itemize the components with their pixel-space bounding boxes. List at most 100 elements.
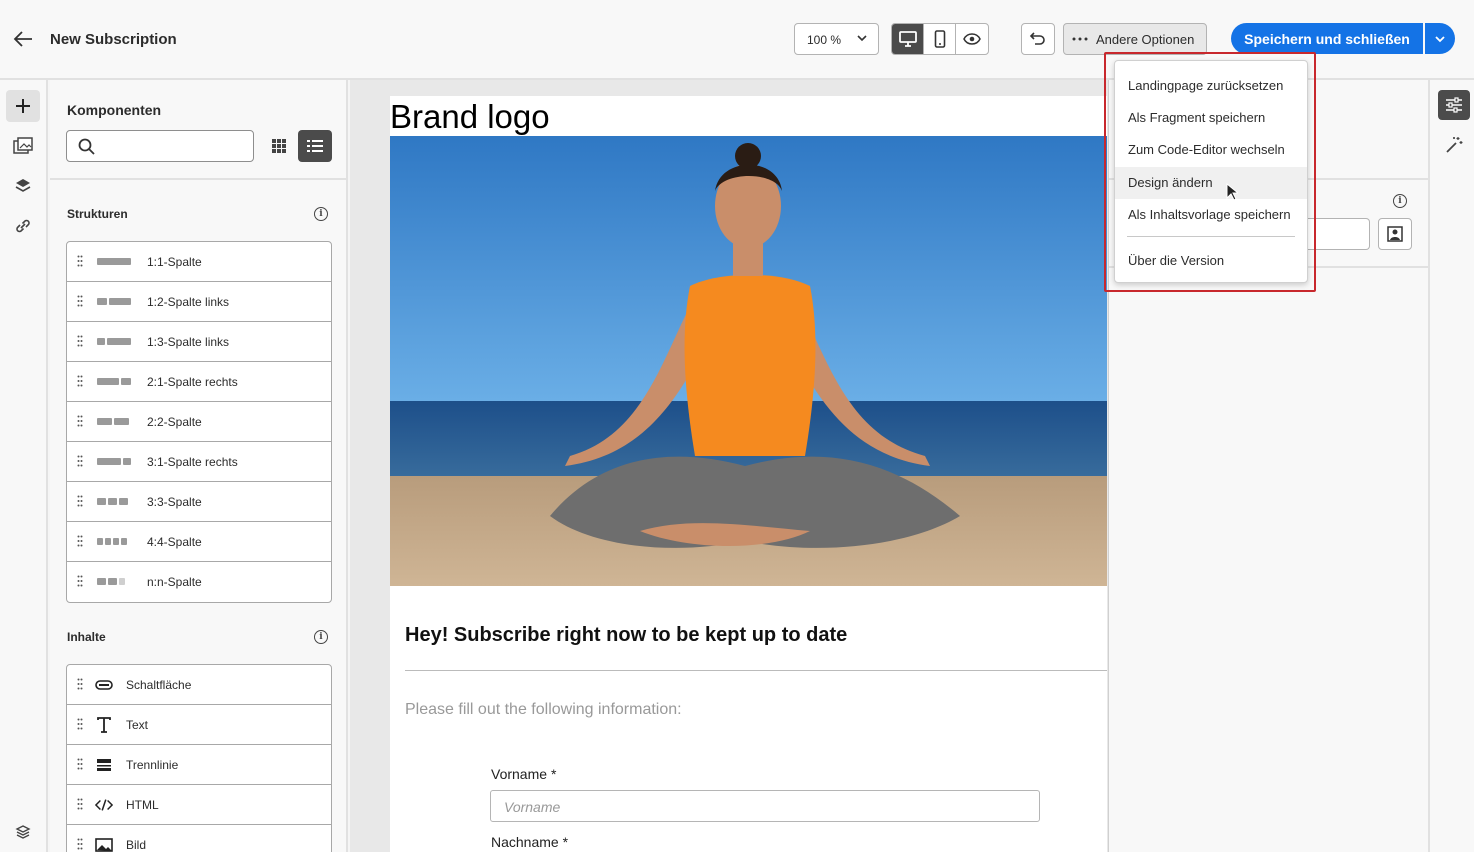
- landing-page[interactable]: Brand logo Hey! Subscribe right now to b…: [390, 96, 1107, 852]
- menu-item-code-editor[interactable]: Zum Code-Editor wechseln: [1115, 134, 1307, 166]
- structure-label: 4:4-Spalte: [147, 535, 202, 549]
- zoom-select[interactable]: 100 %: [794, 23, 879, 55]
- drag-handle-icon: [77, 798, 83, 810]
- structure-label: 3:3-Spalte: [147, 495, 202, 509]
- headline[interactable]: Hey! Subscribe right now to be kept up t…: [405, 624, 847, 647]
- preview-button[interactable]: [956, 24, 988, 54]
- mobile-view-button[interactable]: [924, 24, 957, 54]
- chevron-down-icon: [1435, 35, 1445, 42]
- column-n-n-icon: [97, 578, 125, 585]
- components-panel: Komponenten Strukturen i 1:1-Spalte 1:2-…: [50, 80, 348, 852]
- drag-handle-icon: [77, 255, 83, 267]
- code-icon: [95, 796, 113, 814]
- save-close-button[interactable]: Speichern und schließen: [1231, 23, 1423, 54]
- structure-label: 1:1-Spalte: [147, 255, 202, 269]
- content-item[interactable]: Trennlinie: [67, 745, 331, 785]
- structure-item[interactable]: 2:2-Spalte: [67, 402, 331, 442]
- hero-image[interactable]: [390, 136, 1107, 586]
- brand-logo[interactable]: Brand logo: [390, 98, 550, 136]
- column-2-2-icon: [97, 418, 129, 425]
- content-label: HTML: [126, 798, 159, 812]
- info-icon[interactable]: i: [314, 630, 328, 644]
- magic-wand-icon: [1446, 137, 1463, 153]
- drag-handle-icon: [77, 575, 83, 587]
- settings-button[interactable]: [1438, 90, 1470, 120]
- sliders-icon: [1446, 97, 1462, 113]
- button-icon: [95, 676, 113, 694]
- back-arrow-icon[interactable]: [12, 28, 36, 52]
- first-name-label: Vorname *: [491, 766, 556, 782]
- last-name-label-text: Nachname: [491, 834, 559, 850]
- links-button[interactable]: [6, 210, 40, 242]
- column-1-3-icon: [97, 338, 131, 345]
- stack-icon: [15, 825, 31, 839]
- structure-item[interactable]: n:n-Spalte: [67, 562, 331, 602]
- bottom-layers-button[interactable]: [6, 816, 40, 848]
- magic-wand-button[interactable]: [1438, 130, 1470, 160]
- form-intro[interactable]: Please fill out the following informatio…: [405, 701, 682, 719]
- left-rail: [0, 80, 48, 852]
- drag-handle-icon: [77, 838, 83, 850]
- divider-icon: [95, 756, 113, 774]
- structure-label: n:n-Spalte: [147, 575, 202, 589]
- menu-item-about-version[interactable]: Über die Version: [1115, 245, 1307, 277]
- personalization-button[interactable]: [1378, 218, 1412, 250]
- add-components-button[interactable]: [6, 90, 40, 122]
- undo-icon: [1029, 32, 1045, 45]
- list-icon: [307, 140, 323, 152]
- menu-item-save-as-template[interactable]: Als Inhaltsvorlage speichern: [1115, 199, 1307, 231]
- layers-button[interactable]: [6, 170, 40, 202]
- structure-item[interactable]: 3:3-Spalte: [67, 482, 331, 522]
- other-options-label: Andere Optionen: [1096, 31, 1195, 47]
- image-icon: [95, 836, 113, 852]
- content-label: Schaltfläche: [126, 678, 192, 692]
- mobile-icon: [934, 30, 945, 48]
- drag-handle-icon: [77, 678, 83, 690]
- other-options-button[interactable]: Andere Optionen: [1063, 23, 1207, 55]
- column-3-3-icon: [97, 498, 128, 505]
- info-icon[interactable]: i: [314, 207, 328, 221]
- column-2-1-icon: [97, 378, 131, 385]
- info-icon[interactable]: i: [1393, 194, 1407, 208]
- menu-separator: [1127, 236, 1295, 237]
- structure-item[interactable]: 1:2-Spalte links: [67, 282, 331, 322]
- search-icon: [78, 138, 95, 155]
- search-input[interactable]: [66, 130, 254, 162]
- structure-item[interactable]: 2:1-Spalte rechts: [67, 362, 331, 402]
- required-mark: *: [550, 766, 557, 782]
- content-item[interactable]: Text: [67, 705, 331, 745]
- undo-button[interactable]: [1021, 23, 1055, 55]
- menu-item-change-design[interactable]: Design ändern: [1115, 167, 1307, 199]
- structure-item[interactable]: 1:1-Spalte: [67, 242, 331, 282]
- structure-label: 1:3-Spalte links: [147, 335, 230, 349]
- content-label: Text: [126, 718, 149, 732]
- personalization-icon: [1387, 226, 1403, 242]
- structure-item[interactable]: 3:1-Spalte rechts: [67, 442, 331, 482]
- first-name-field[interactable]: Vorname: [490, 790, 1040, 822]
- content-item[interactable]: Bild: [67, 825, 331, 852]
- first-name-label-text: Vorname: [491, 766, 548, 782]
- structures-list: 1:1-Spalte 1:2-Spalte links 1:3-Spalte l…: [66, 241, 332, 603]
- column-1-1-icon: [97, 258, 131, 265]
- mouse-pointer-icon: [1226, 182, 1240, 206]
- structure-item[interactable]: 1:3-Spalte links: [67, 322, 331, 362]
- content-label: Bild: [126, 838, 147, 852]
- desktop-view-button[interactable]: [892, 24, 925, 54]
- structure-label: 1:2-Spalte links: [147, 295, 230, 309]
- zoom-value: 100 %: [807, 33, 842, 47]
- column-1-2-icon: [97, 298, 131, 305]
- structures-title: Strukturen: [67, 207, 128, 221]
- menu-item-reset-landing-page[interactable]: Landingpage zurücksetzen: [1115, 70, 1307, 102]
- menu-item-save-as-fragment[interactable]: Als Fragment speichern: [1115, 102, 1307, 134]
- assets-button[interactable]: [6, 130, 40, 162]
- structure-item[interactable]: 4:4-Spalte: [67, 522, 331, 562]
- save-dropdown-button[interactable]: [1425, 23, 1455, 54]
- required-mark: *: [562, 834, 569, 850]
- list-view-button[interactable]: [298, 130, 332, 162]
- structure-label: 2:1-Spalte rechts: [147, 375, 238, 389]
- drag-handle-icon: [77, 295, 83, 307]
- content-item[interactable]: HTML: [67, 785, 331, 825]
- image-assets-icon: [13, 137, 33, 154]
- content-item[interactable]: Schaltfläche: [67, 665, 331, 705]
- grid-view-button[interactable]: [264, 130, 294, 162]
